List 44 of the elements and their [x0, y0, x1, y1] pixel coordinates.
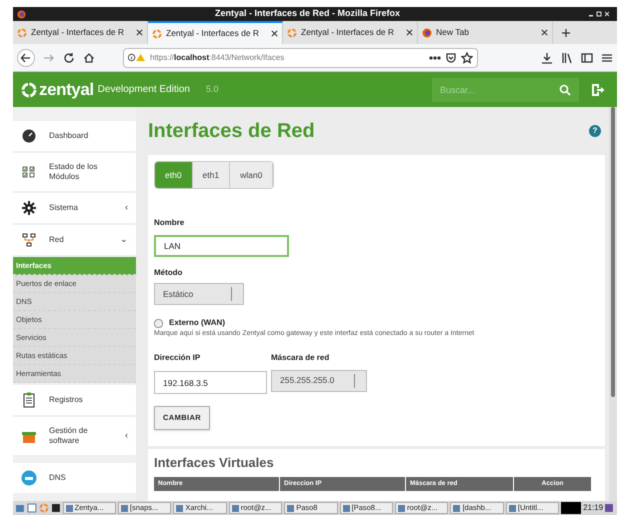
sidebar-label: Red — [48, 235, 65, 245]
address-bar[interactable]: https://localhost:8443/Network/Ifaces — [123, 48, 478, 68]
sidebar-label: DNS — [48, 473, 67, 483]
tab-title: Zentyal - Interfaces de R — [301, 26, 396, 39]
sidebar-label: Gestión de software — [48, 426, 89, 446]
field-label: Dirección IP — [154, 352, 202, 364]
interface-tab[interactable]: wlan0 — [230, 162, 273, 188]
chevron-icon: ‹ — [125, 201, 128, 215]
interface-tab[interactable]: eth1 — [192, 162, 230, 188]
window-title: Zentyal - Interfaces de Red - Mozilla Firefox — [214, 7, 402, 20]
sidebar-label: Dashboard — [48, 131, 90, 141]
field-label: Máscara de red — [271, 352, 330, 364]
sidebar-item[interactable]: Gestión de software ‹ — [13, 417, 136, 455]
method-dropdown[interactable]: Estático — [154, 283, 244, 305]
tab-title: New Tab — [436, 26, 470, 39]
sidebar-item[interactable]: Estado de los Módulos — [13, 153, 136, 191]
section-title: Interfaces Virtuales — [154, 454, 275, 471]
version-label: 5.0 — [206, 82, 218, 96]
sidebar-item[interactable]: DNS — [13, 463, 136, 493]
url-text: https://localhost:8443/Network/Ifaces — [150, 52, 286, 64]
sidebar-item[interactable]: Red ⌄ — [13, 225, 136, 255]
chevron-icon: ‹ — [125, 429, 128, 443]
name-field[interactable]: LAN — [154, 235, 289, 257]
chevron-icon: ⌄ — [120, 233, 128, 247]
netmask-dropdown[interactable]: 255.255.255.0 — [271, 370, 367, 392]
tab-title: Zentyal - Interfaces de R — [166, 27, 260, 40]
sidebar-label: Sistema — [48, 203, 79, 213]
logo-text: zentyal — [39, 78, 94, 101]
tab-title: Zentyal - Interfaces de R — [31, 26, 126, 39]
checkbox-label: Externo (WAN) — [169, 317, 225, 329]
sidebar-item[interactable]: Dashboard — [13, 121, 136, 151]
page-title: Interfaces de Red — [148, 119, 316, 144]
sidebar-item[interactable]: Sistema ‹ — [13, 193, 136, 223]
sidebar-label: Registros — [48, 395, 84, 405]
help-button[interactable]: ? — [589, 125, 601, 137]
clock-text: 21:19 — [583, 502, 604, 514]
sidebar-label: Estado de los Módulos — [48, 162, 98, 182]
field-label: Método — [154, 267, 184, 279]
ip-address-field[interactable]: 192.168.3.5 — [154, 371, 267, 394]
interface-tab[interactable]: eth0 — [155, 162, 193, 188]
field-label: Nombre — [154, 217, 186, 229]
browser-tab[interactable]: Zentyal - Interfaces de R — [148, 21, 283, 44]
sidebar-item[interactable]: Registros — [13, 385, 136, 415]
edition-label: Development Edition — [98, 83, 190, 97]
